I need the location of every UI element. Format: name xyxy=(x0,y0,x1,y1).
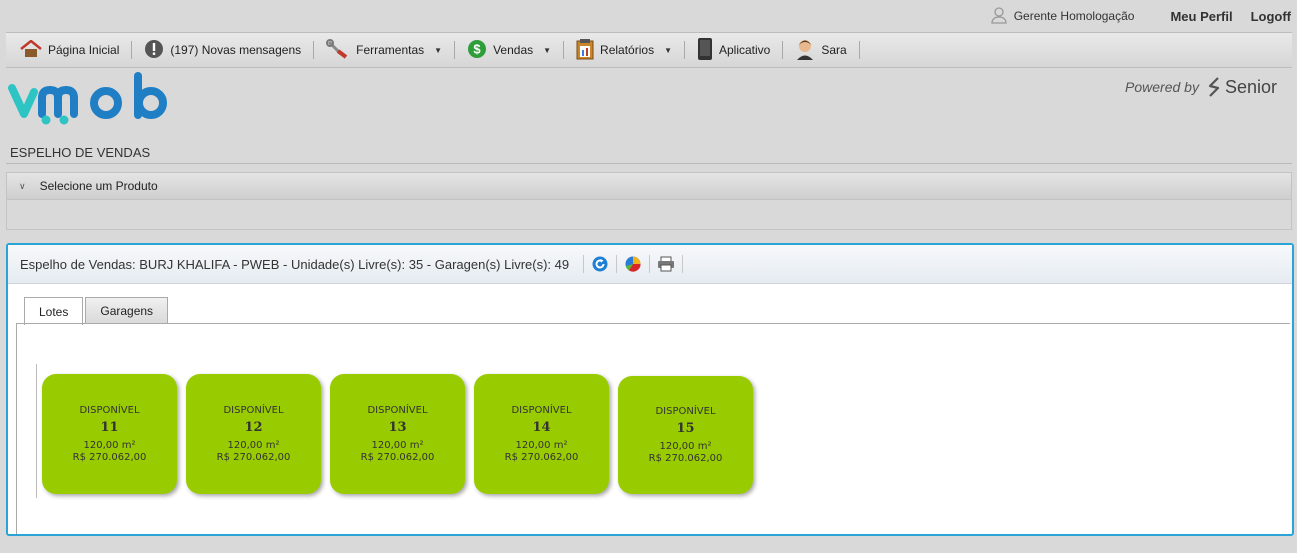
divider xyxy=(6,163,1292,164)
tab-garagens[interactable]: Garagens xyxy=(85,297,169,324)
menu-separator xyxy=(782,41,784,59)
product-selector-header[interactable]: ∨ Selecione um Produto xyxy=(6,172,1292,200)
menu-reports-label: Relatórios xyxy=(600,43,655,57)
user-name: Gerente Homologação xyxy=(1013,9,1135,23)
profile-link[interactable]: Meu Perfil xyxy=(1170,9,1232,24)
main-menu: Página Inicial (197) Novas mensagens Fer… xyxy=(6,32,1292,68)
product-selector-body xyxy=(6,200,1292,230)
menu-tools[interactable]: Ferramentas ▼ xyxy=(324,38,444,62)
product-selector-label: Selecione um Produto xyxy=(39,179,158,193)
avatar-icon xyxy=(795,38,815,63)
alert-icon xyxy=(144,39,164,62)
clipboard-icon xyxy=(576,38,594,63)
menu-tools-label: Ferramentas xyxy=(356,43,425,57)
phone-icon xyxy=(697,37,713,64)
unit-number: 13 xyxy=(388,419,407,435)
tools-icon xyxy=(326,38,350,62)
unit-number: 11 xyxy=(100,419,119,435)
menu-reports[interactable]: Relatórios ▼ xyxy=(574,38,674,63)
chevron-down-icon: ▼ xyxy=(664,45,672,55)
toolbar-separator xyxy=(616,255,618,273)
powered-by: Powered by Senior xyxy=(1125,76,1277,98)
top-bar: Gerente Homologação Meu Perfil Logoff xyxy=(0,0,1297,32)
user-info: Gerente Homologação xyxy=(990,6,1135,27)
unit-number: 12 xyxy=(244,419,263,435)
toolbar-separator xyxy=(583,255,585,273)
unit-price: R$ 270.062,00 xyxy=(504,451,579,463)
units-grid: DISPONÍVEL 11 120,00 m² R$ 270.062,00 DI… xyxy=(42,374,753,494)
unit-status: DISPONÍVEL xyxy=(655,405,716,417)
unit-area: 120,00 m² xyxy=(227,439,280,451)
unit-price: R$ 270.062,00 xyxy=(72,451,147,463)
powered-by-label: Powered by xyxy=(1125,79,1199,95)
menu-separator xyxy=(131,41,133,59)
unit-card[interactable]: DISPONÍVEL 13 120,00 m² R$ 270.062,00 xyxy=(330,374,465,494)
unit-status: DISPONÍVEL xyxy=(511,404,572,416)
unit-price: R$ 270.062,00 xyxy=(360,451,435,463)
menu-home[interactable]: Página Inicial xyxy=(18,38,121,61)
menu-separator xyxy=(313,41,315,59)
unit-status: DISPONÍVEL xyxy=(79,404,140,416)
menu-separator xyxy=(858,41,860,59)
menu-messages[interactable]: (197) Novas mensagens xyxy=(142,39,303,62)
page-title: ESPELHO DE VENDAS xyxy=(10,145,151,160)
unit-number: 14 xyxy=(532,419,551,435)
menu-sara-label: Sara xyxy=(821,43,847,57)
dollar-icon: $ xyxy=(467,39,487,62)
menu-separator xyxy=(563,41,565,59)
menu-app-label: Aplicativo xyxy=(719,43,771,57)
print-icon[interactable] xyxy=(656,254,676,274)
menu-messages-label: (197) Novas mensagens xyxy=(170,43,302,57)
menu-separator xyxy=(454,41,456,59)
grid-divider xyxy=(36,364,37,498)
user-icon xyxy=(990,6,1008,27)
panel-header: Espelho de Vendas: BURJ KHALIFA - PWEB -… xyxy=(8,245,1292,284)
chevron-down-icon: ▼ xyxy=(543,45,552,55)
unit-number: 15 xyxy=(676,420,695,436)
senior-icon xyxy=(1208,77,1220,97)
unit-status: DISPONÍVEL xyxy=(367,404,428,416)
menu-sales[interactable]: $ Vendas ▼ xyxy=(465,39,553,62)
unit-card[interactable]: DISPONÍVEL 15 120,00 m² R$ 270.062,00 xyxy=(618,376,753,494)
unit-area: 120,00 m² xyxy=(83,439,136,451)
unit-price: R$ 270.062,00 xyxy=(648,452,723,464)
unit-card[interactable]: DISPONÍVEL 12 120,00 m² R$ 270.062,00 xyxy=(186,374,321,494)
unit-area: 120,00 m² xyxy=(515,439,568,451)
unit-card[interactable]: DISPONÍVEL 11 120,00 m² R$ 270.062,00 xyxy=(42,374,177,494)
brand-logo xyxy=(8,72,183,128)
sales-mirror-panel: Espelho de Vendas: BURJ KHALIFA - PWEB -… xyxy=(6,243,1294,536)
refresh-icon[interactable] xyxy=(590,254,610,274)
unit-price: R$ 270.062,00 xyxy=(216,451,291,463)
home-icon xyxy=(20,38,42,61)
tab-lotes[interactable]: Lotes xyxy=(24,297,84,325)
tab-bar: Lotes Garagens xyxy=(24,297,169,325)
senior-label: Senior xyxy=(1224,76,1277,97)
svg-text:$: $ xyxy=(473,41,481,56)
pie-chart-icon[interactable] xyxy=(623,254,643,274)
unit-area: 120,00 m² xyxy=(371,439,424,451)
menu-separator xyxy=(684,41,685,59)
unit-card[interactable]: DISPONÍVEL 14 120,00 m² R$ 270.062,00 xyxy=(474,374,609,494)
chevron-down-icon: ▼ xyxy=(434,45,443,55)
menu-sara[interactable]: Sara xyxy=(793,38,848,63)
panel-toolbar xyxy=(577,254,689,274)
menu-sales-label: Vendas xyxy=(493,43,534,57)
toolbar-separator xyxy=(682,255,684,273)
unit-area: 120,00 m² xyxy=(659,440,712,452)
chevron-down-icon: ∨ xyxy=(19,180,26,191)
menu-home-label: Página Inicial xyxy=(48,43,120,57)
unit-status: DISPONÍVEL xyxy=(223,404,284,416)
logoff-link[interactable]: Logoff xyxy=(1251,9,1291,24)
panel-title: Espelho de Vendas: BURJ KHALIFA - PWEB -… xyxy=(20,256,570,272)
senior-logo: Senior xyxy=(1207,76,1277,98)
menu-app[interactable]: Aplicativo xyxy=(695,37,772,64)
toolbar-separator xyxy=(649,255,651,273)
